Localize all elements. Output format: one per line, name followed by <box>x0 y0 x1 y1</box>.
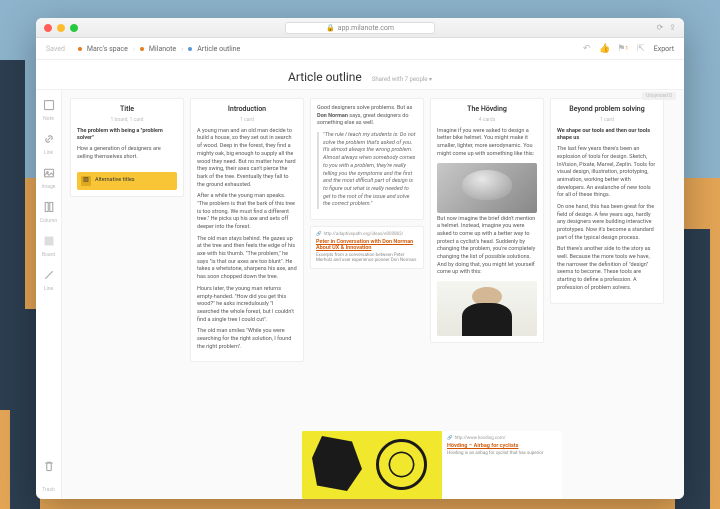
board-dot-icon <box>140 47 144 51</box>
space-dot-icon <box>78 47 82 51</box>
undo-icon[interactable]: ↶ <box>582 44 592 54</box>
share-icon[interactable]: ⇪ <box>669 23 676 32</box>
link-icon: 🔗 <box>316 232 322 237</box>
sync-status: Unsynced 0 <box>642 92 676 100</box>
page-header: Article outline Shared with 7 people ▾ <box>36 60 684 90</box>
alternative-titles-board[interactable]: ▧ Alternative titles <box>77 172 177 190</box>
reload-icon[interactable]: ⟳ <box>657 23 664 32</box>
link-tool[interactable] <box>42 132 56 146</box>
link-card-norman[interactable]: 🔗http://adaptivepath.org/ideas/e000862/ … <box>310 226 424 269</box>
image-tool[interactable] <box>42 166 56 180</box>
save-status: Saved <box>46 45 65 53</box>
board-tool[interactable] <box>42 234 56 248</box>
blockquote: "The rule I teach my students is: Do not… <box>317 132 417 209</box>
hovding-image <box>302 431 442 499</box>
titlebar: 🔒app.milanote.com ⟳ ⇪ <box>36 18 684 38</box>
maximize-icon[interactable] <box>70 24 78 32</box>
export-icon[interactable]: ⇱ <box>636 44 646 54</box>
lock-icon: 🔒 <box>326 24 335 32</box>
board-dot-icon <box>188 47 192 51</box>
close-icon[interactable] <box>44 24 52 32</box>
board-icon: ▧ <box>81 176 91 186</box>
breadcrumb-current[interactable]: Article outline <box>197 45 240 53</box>
thumbs-icon[interactable]: 👍 <box>600 44 610 54</box>
breadcrumb-home[interactable]: Marc's space <box>87 45 128 53</box>
app-window: 🔒app.milanote.com ⟳ ⇪ Saved Marc's space… <box>36 18 684 499</box>
note-tool[interactable] <box>42 98 56 112</box>
breadcrumb: Saved Marc's space › Milanote › Article … <box>36 38 684 60</box>
breadcrumb-mid[interactable]: Milanote <box>149 45 176 53</box>
line-tool[interactable] <box>42 268 56 282</box>
hovding-card[interactable]: The Hövding 4 cards Imagine if you were … <box>430 98 544 343</box>
export-button[interactable]: Export <box>654 45 674 53</box>
column-header-card[interactable]: Title 1 board, 1 card The problem with b… <box>70 98 184 197</box>
column-beyond[interactable]: Beyond problem solving 1 card We shape o… <box>550 98 664 491</box>
left-toolbar: Note Link Image Column Board Line Trash <box>36 90 62 499</box>
link-icon: 🔗 <box>447 436 453 441</box>
beyond-card[interactable]: Beyond problem solving 1 card We shape o… <box>550 98 664 304</box>
notif-icon[interactable]: ⚑1 <box>618 44 628 54</box>
page-title: Article outline <box>288 70 362 84</box>
trash-tool[interactable] <box>42 459 56 473</box>
url-bar[interactable]: 🔒app.milanote.com <box>285 22 435 34</box>
quote-card[interactable]: Good designers solve problems. But as Do… <box>310 98 424 220</box>
column-tool[interactable] <box>42 200 56 214</box>
model-image[interactable] <box>437 281 537 336</box>
hovding-link-card[interactable]: 🔗http://www.hovding.com/ Hövding – Airba… <box>302 431 562 499</box>
board-canvas[interactable]: Unsynced 0 Title 1 board, 1 card The pro… <box>62 90 684 499</box>
column-title[interactable]: Title 1 board, 1 card The problem with b… <box>70 98 184 491</box>
helmet-image[interactable] <box>437 163 537 213</box>
intro-card[interactable]: Introduction 1 card A young man and an o… <box>190 98 304 362</box>
minimize-icon[interactable] <box>57 24 65 32</box>
column-introduction[interactable]: Introduction 1 card A young man and an o… <box>190 98 304 491</box>
share-info[interactable]: Shared with 7 people ▾ <box>372 76 432 83</box>
